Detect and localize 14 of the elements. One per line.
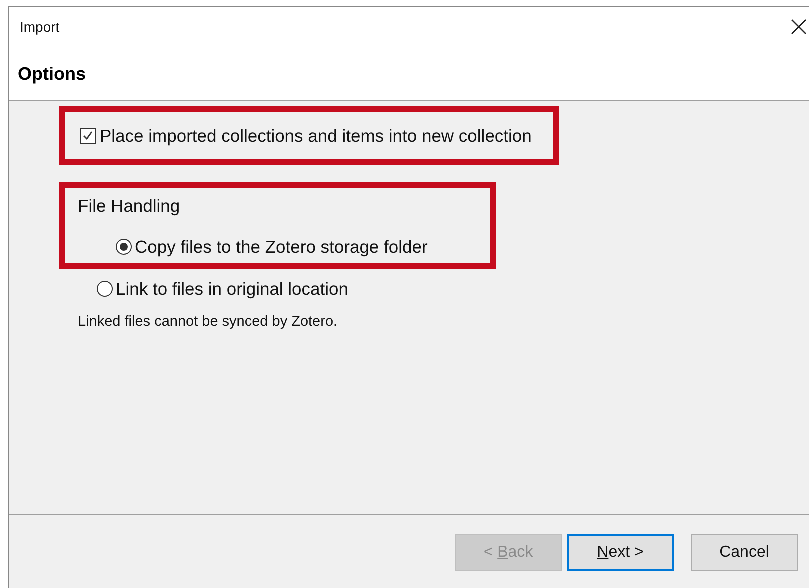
page-title: Options bbox=[18, 64, 86, 84]
checkbox-label: Place imported collections and items into new collection bbox=[100, 125, 532, 148]
close-icon[interactable] bbox=[791, 19, 807, 35]
note-text: Linked files cannot be synced by Zotero. bbox=[77, 313, 339, 332]
cancel-button[interactable]: Cancel bbox=[691, 534, 798, 571]
checkbox[interactable] bbox=[80, 128, 96, 144]
radio-label: Copy files to the Zotero storage folder bbox=[135, 236, 428, 260]
next-button[interactable]: Next > bbox=[567, 534, 674, 571]
radio-label: Link to files in original location bbox=[116, 278, 348, 302]
radio-button[interactable] bbox=[97, 281, 113, 298]
radio-button[interactable] bbox=[116, 239, 132, 256]
window-title: Import bbox=[20, 18, 60, 37]
group-heading: File Handling bbox=[78, 195, 182, 218]
check-icon bbox=[82, 130, 94, 142]
